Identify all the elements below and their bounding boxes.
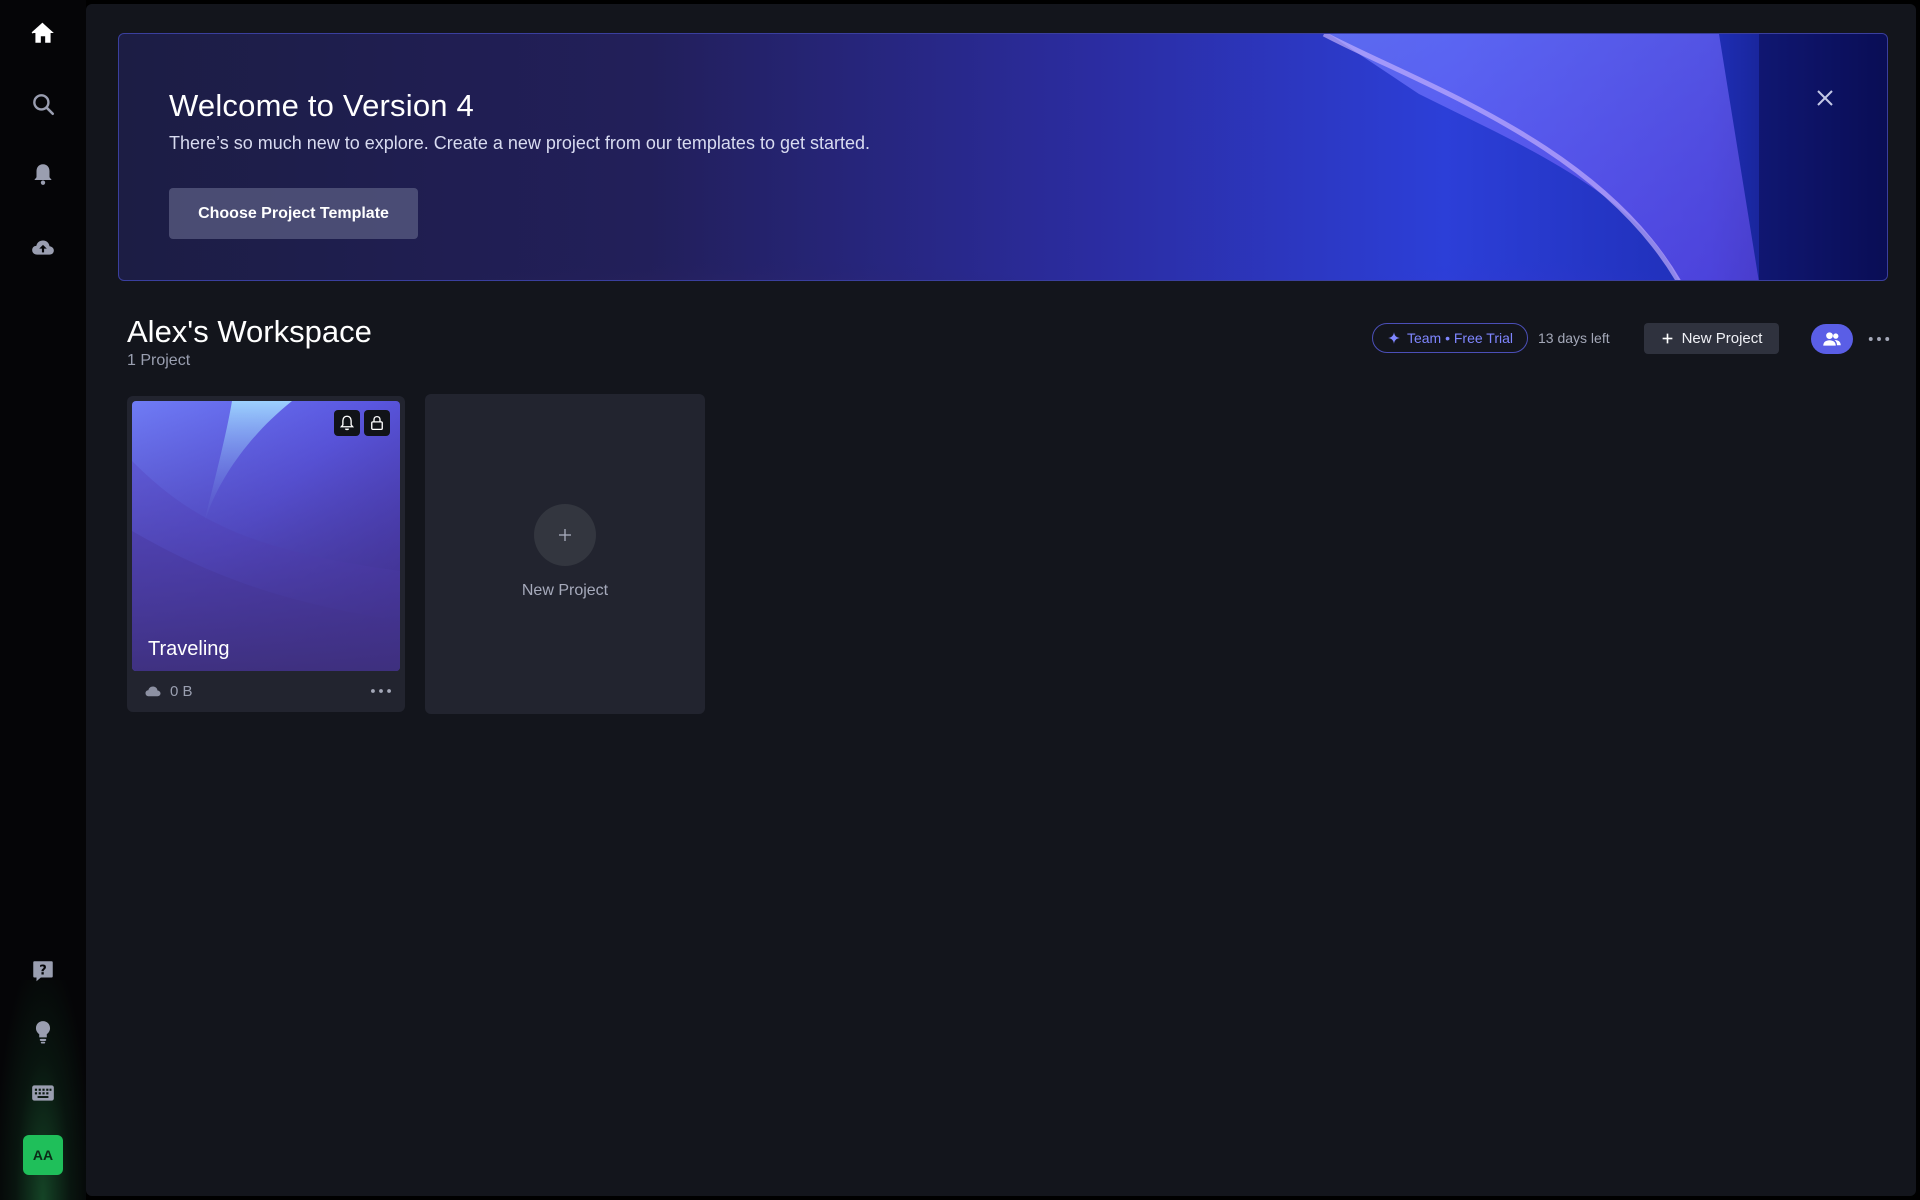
close-icon[interactable] <box>1813 86 1837 110</box>
workspace-title: Alex's Workspace <box>127 314 372 349</box>
cloud-icon <box>145 686 161 697</box>
project-size: 0 B <box>144 676 193 706</box>
help-icon[interactable]: ? <box>21 949 65 993</box>
welcome-banner: Welcome to Version 4 There’s so much new… <box>118 33 1888 281</box>
svg-text:?: ? <box>39 963 47 978</box>
plan-badge-label: Team • Free Trial <box>1406 330 1514 346</box>
home-icon[interactable] <box>21 11 65 55</box>
team-members-icon[interactable] <box>1811 324 1853 354</box>
new-project-card-label: New Project <box>521 582 609 599</box>
project-name: Traveling <box>148 638 230 660</box>
project-thumbnail[interactable]: Traveling <box>132 401 400 671</box>
lock-icon[interactable] <box>364 410 390 436</box>
keyboard-icon[interactable] <box>21 1071 65 1115</box>
new-project-button[interactable]: New Project <box>1644 323 1779 354</box>
plus-icon <box>1662 333 1672 344</box>
project-more-icon[interactable] <box>367 681 395 701</box>
banner-subtitle: There’s so much new to explore. Create a… <box>169 133 871 153</box>
search-icon[interactable] <box>21 82 65 126</box>
cloud-upload-icon[interactable] <box>21 225 65 269</box>
more-options-icon[interactable] <box>1864 327 1894 351</box>
new-project-button-label: New Project <box>1681 330 1763 347</box>
days-left: 13 days left <box>1538 330 1610 346</box>
project-size-label: 0 B <box>170 682 193 700</box>
bell-icon[interactable] <box>334 410 360 436</box>
new-project-card[interactable]: New Project <box>425 394 705 714</box>
project-card[interactable]: Traveling 0 B <box>127 396 405 712</box>
avatar[interactable]: AA <box>23 1135 63 1175</box>
banner-title: Welcome to Version 4 <box>169 88 474 123</box>
plus-icon[interactable] <box>534 504 596 566</box>
project-count: 1 Project <box>127 352 191 369</box>
thumbnail-background <box>132 401 400 671</box>
banner-background <box>219 34 1887 280</box>
bell-icon[interactable] <box>21 152 65 196</box>
main-content: Welcome to Version 4 There’s so much new… <box>86 4 1916 1196</box>
lightbulb-icon[interactable] <box>21 1010 65 1054</box>
sidebar: ? AA <box>0 0 86 1200</box>
choose-template-button[interactable]: Choose Project Template <box>169 188 418 239</box>
sparkle-icon <box>1388 332 1400 344</box>
plan-badge[interactable]: Team • Free Trial <box>1372 323 1528 353</box>
